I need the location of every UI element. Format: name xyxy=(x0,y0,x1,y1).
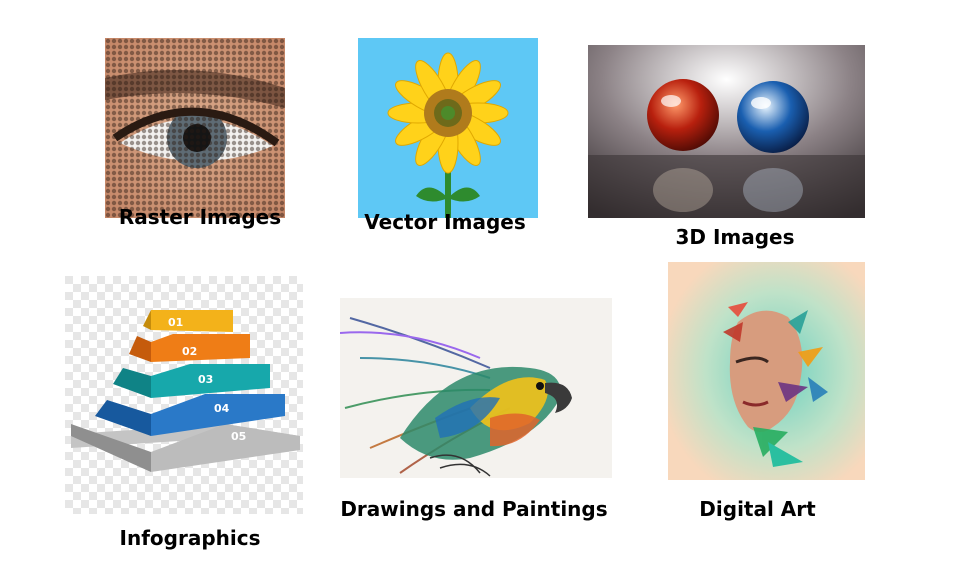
digital-art-image xyxy=(668,262,865,480)
raster-image xyxy=(105,38,285,218)
digital-art-portrait-icon xyxy=(668,262,865,480)
vector-images-label: Vector Images xyxy=(364,210,526,234)
pyramid-infographic-icon xyxy=(65,276,303,514)
step-label-01: 01 xyxy=(168,316,184,329)
step-label-05: 05 xyxy=(231,430,247,443)
infographic-image: 01 02 03 04 05 xyxy=(65,276,303,514)
painting-image xyxy=(340,298,612,478)
vector-image xyxy=(358,38,538,218)
sunflower-icon xyxy=(358,38,538,218)
step-label-02: 02 xyxy=(182,345,198,358)
raster-images-label: Raster Images xyxy=(118,205,282,229)
step-label-04: 04 xyxy=(214,402,230,415)
digital-art-label: Digital Art xyxy=(699,497,816,521)
parrot-painting-icon xyxy=(340,298,612,478)
drawings-and-paintings-label: Drawings and Paintings xyxy=(340,497,608,521)
3d-images-label: 3D Images xyxy=(675,225,795,249)
3d-image xyxy=(588,45,865,218)
step-label-03: 03 xyxy=(198,373,214,386)
infographics-label: Infographics xyxy=(119,526,261,550)
glass-spheres-icon xyxy=(588,45,865,218)
halftone-eye-icon xyxy=(105,38,285,218)
